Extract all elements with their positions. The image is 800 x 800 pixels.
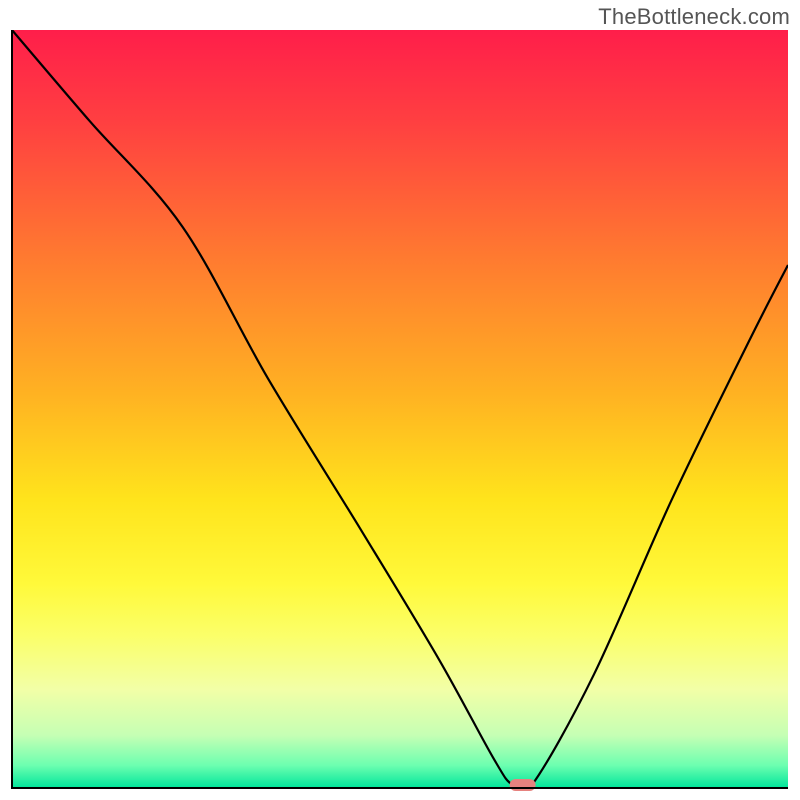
chart-svg: [0, 0, 800, 800]
optimum-marker: [510, 779, 536, 791]
bottleneck-chart: TheBottleneck.com: [0, 0, 800, 800]
heat-gradient: [12, 30, 788, 788]
watermark-text: TheBottleneck.com: [598, 4, 790, 30]
